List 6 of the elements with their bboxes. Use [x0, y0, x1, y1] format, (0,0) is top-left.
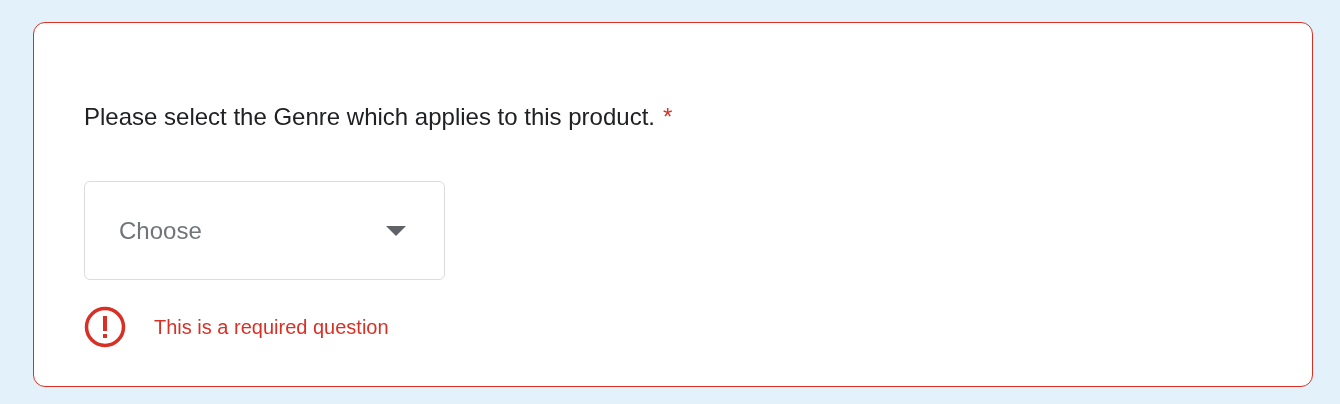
question-text: Please select the Genre which applies to this product.	[84, 102, 655, 132]
dropdown[interactable]: Choose	[84, 181, 445, 280]
error-message: This is a required question	[154, 315, 389, 340]
required-mark: *	[663, 102, 673, 132]
caret-icon	[386, 225, 406, 236]
error-icon	[84, 306, 126, 348]
